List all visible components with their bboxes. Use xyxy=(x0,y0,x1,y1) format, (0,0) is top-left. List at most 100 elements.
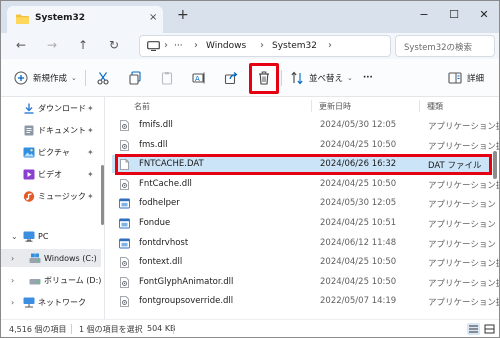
sort-button[interactable]: 並べ替え ⌄ xyxy=(289,69,353,87)
table-row[interactable]: fmifs.dll 2024/05/30 12:05 アプリケーション拡張 xyxy=(112,116,499,134)
exe-icon xyxy=(119,218,130,229)
sidebar-item-network[interactable]: › ネットワーク xyxy=(1,293,101,311)
file-name: fodhelper xyxy=(139,198,180,209)
cut-button[interactable] xyxy=(95,69,111,87)
file-name: fmifs.dll xyxy=(139,120,173,130)
forward-arrow-icon[interactable]: → xyxy=(44,38,60,52)
tiles-view-button[interactable] xyxy=(483,323,496,335)
selected-file-highlight xyxy=(115,154,492,175)
rename-icon: A xyxy=(191,70,207,86)
table-row[interactable]: fontgroupsoverride.dll 2022/05/07 14:19 アプ… xyxy=(112,292,499,310)
details-pane-button[interactable]: 詳細 xyxy=(447,69,484,87)
share-button[interactable] xyxy=(223,69,239,87)
file-name: fontext.dll xyxy=(139,257,183,268)
sidebar-item-label: ミュージック xyxy=(38,191,86,201)
sidebar-item-label: PC xyxy=(38,231,49,241)
item-count: 4,516 個の項目 xyxy=(9,325,67,334)
documents-icon xyxy=(24,125,34,136)
breadcrumb-system32[interactable]: System32 xyxy=(272,41,317,51)
tab-system32[interactable]: System32 × xyxy=(7,6,163,33)
file-type: アプリケーション拡張 xyxy=(428,141,499,152)
sidebar-item-pictures[interactable]: ピクチャ ✦ xyxy=(1,143,101,161)
more-options-button[interactable]: ··· xyxy=(363,69,373,87)
file-modified: 2024/04/25 10:50 xyxy=(320,257,397,268)
tab-close-icon[interactable]: × xyxy=(149,12,157,23)
status-divider xyxy=(173,324,174,334)
table-row[interactable]: fodhelper 2024/05/30 12:05 アプリケーション xyxy=(112,194,496,212)
chevron-down-icon[interactable]: ⌄ xyxy=(11,232,18,241)
file-type: アプリケーション拡張 xyxy=(428,298,499,309)
file-type: アプリケーション拡張 xyxy=(428,278,499,289)
table-row[interactable]: Fondue 2024/04/25 10:51 アプリケーション xyxy=(112,214,496,232)
up-arrow-icon[interactable]: ↑ xyxy=(75,38,91,52)
pin-icon: ✦ xyxy=(87,169,94,179)
drive-icon xyxy=(29,279,41,285)
sidebar-item-label: ネットワーク xyxy=(38,297,86,307)
new-button[interactable]: 新規作成 ⌄ xyxy=(13,69,77,87)
close-icon[interactable]: ✕ xyxy=(473,4,495,26)
more-icon: ··· xyxy=(363,73,373,83)
column-header-type[interactable]: 種類 xyxy=(427,101,443,112)
exe-icon xyxy=(119,238,130,249)
table-row[interactable]: fms.dll 2024/04/25 10:50 アプリケーション拡張 xyxy=(112,136,499,154)
chevron-right-icon[interactable]: › xyxy=(11,298,14,307)
chevron-down-icon: ⌄ xyxy=(347,74,353,82)
sidebar-item-pc[interactable]: ⌄ PC xyxy=(1,227,101,245)
sidebar-item-windows-drive[interactable]: › Windows (C:) xyxy=(1,249,101,267)
explorer-window: System32 × + − ☐ ✕ ← → ↑ ↻ › ··· › Windo… xyxy=(0,0,500,338)
table-row[interactable]: fontdrvhost 2024/06/12 11:48 アプリケーション xyxy=(112,234,496,252)
table-row[interactable]: FntCache.dll 2024/04/25 10:50 アプリケーション拡張 xyxy=(112,175,499,193)
chevron-right-icon[interactable]: › xyxy=(11,254,14,263)
new-tab-icon[interactable]: + xyxy=(177,8,189,22)
breadcrumb-windows[interactable]: Windows xyxy=(206,41,246,51)
column-header-name[interactable]: 名前 xyxy=(134,101,150,112)
paste-button[interactable] xyxy=(159,69,175,87)
search-input[interactable]: System32の検索 xyxy=(395,35,495,57)
file-name: FntCache.dll xyxy=(139,178,192,189)
sidebar-item-videos[interactable]: ビデオ ✦ xyxy=(1,165,101,183)
nav-pane-scrollbar[interactable] xyxy=(101,165,104,225)
column-divider[interactable] xyxy=(419,100,420,112)
file-name: Fondue xyxy=(139,218,171,228)
selection-size: 504 KB xyxy=(147,324,176,333)
sidebar-item-label: Windows (C:) xyxy=(44,253,97,263)
table-row[interactable]: fontext.dll 2024/04/25 10:50 アプリケーション拡張 xyxy=(112,253,499,271)
pin-icon: ✦ xyxy=(87,147,94,157)
sidebar-item-downloads[interactable]: ダウンロード ✦ xyxy=(1,99,101,117)
back-arrow-icon[interactable]: ← xyxy=(13,38,29,52)
file-list-scrollbar[interactable] xyxy=(493,151,497,179)
address-bar[interactable]: › ··· › Windows › System32 › xyxy=(139,35,391,57)
file-modified: 2024/04/25 10:51 xyxy=(320,218,397,228)
details-pane-icon xyxy=(447,70,463,86)
file-name: FontGlyphAnimator.dll xyxy=(139,276,234,287)
svg-text:A: A xyxy=(195,75,200,83)
videos-icon xyxy=(23,169,35,180)
table-row[interactable]: FontGlyphAnimator.dll 2024/04/25 10:50 アプリ… xyxy=(112,273,499,291)
chevron-right-icon[interactable]: › xyxy=(11,276,14,285)
file-type: アプリケーション xyxy=(428,220,496,230)
clipboard-icon xyxy=(159,70,175,86)
maximize-icon[interactable]: ☐ xyxy=(443,4,465,26)
column-divider[interactable] xyxy=(311,100,312,112)
minimize-icon[interactable]: − xyxy=(413,4,435,26)
column-header-modified[interactable]: 更新日時 xyxy=(319,101,351,112)
sidebar-item-music[interactable]: ミュージック ✦ xyxy=(1,187,101,205)
breadcrumb-overflow[interactable]: ··· xyxy=(174,41,183,51)
file-list: 名前 更新日時 種類 fmifs.dll 2024/05/30 12:05 アプリケ… xyxy=(106,97,499,319)
file-modified: 2022/05/07 14:19 xyxy=(320,296,397,307)
status-divider xyxy=(71,324,72,334)
sidebar-item-volume-drive[interactable]: › ボリューム (D:) xyxy=(1,271,101,289)
download-icon xyxy=(24,103,34,114)
sidebar-item-documents[interactable]: ドキュメント ✦ xyxy=(1,121,101,139)
file-modified: 2024/04/25 10:50 xyxy=(320,276,397,287)
rename-button[interactable]: A xyxy=(191,69,207,87)
title-bar: System32 × + − ☐ ✕ xyxy=(1,1,499,33)
copy-button[interactable] xyxy=(127,69,143,87)
refresh-icon[interactable]: ↻ xyxy=(106,38,122,52)
share-icon xyxy=(223,70,239,86)
breadcrumb-separator-icon: › xyxy=(260,40,264,51)
details-view-button[interactable] xyxy=(467,323,480,335)
file-name: fontgroupsoverride.dll xyxy=(139,296,234,307)
tiles-view-icon xyxy=(484,324,495,334)
file-name: fms.dll xyxy=(139,139,168,150)
